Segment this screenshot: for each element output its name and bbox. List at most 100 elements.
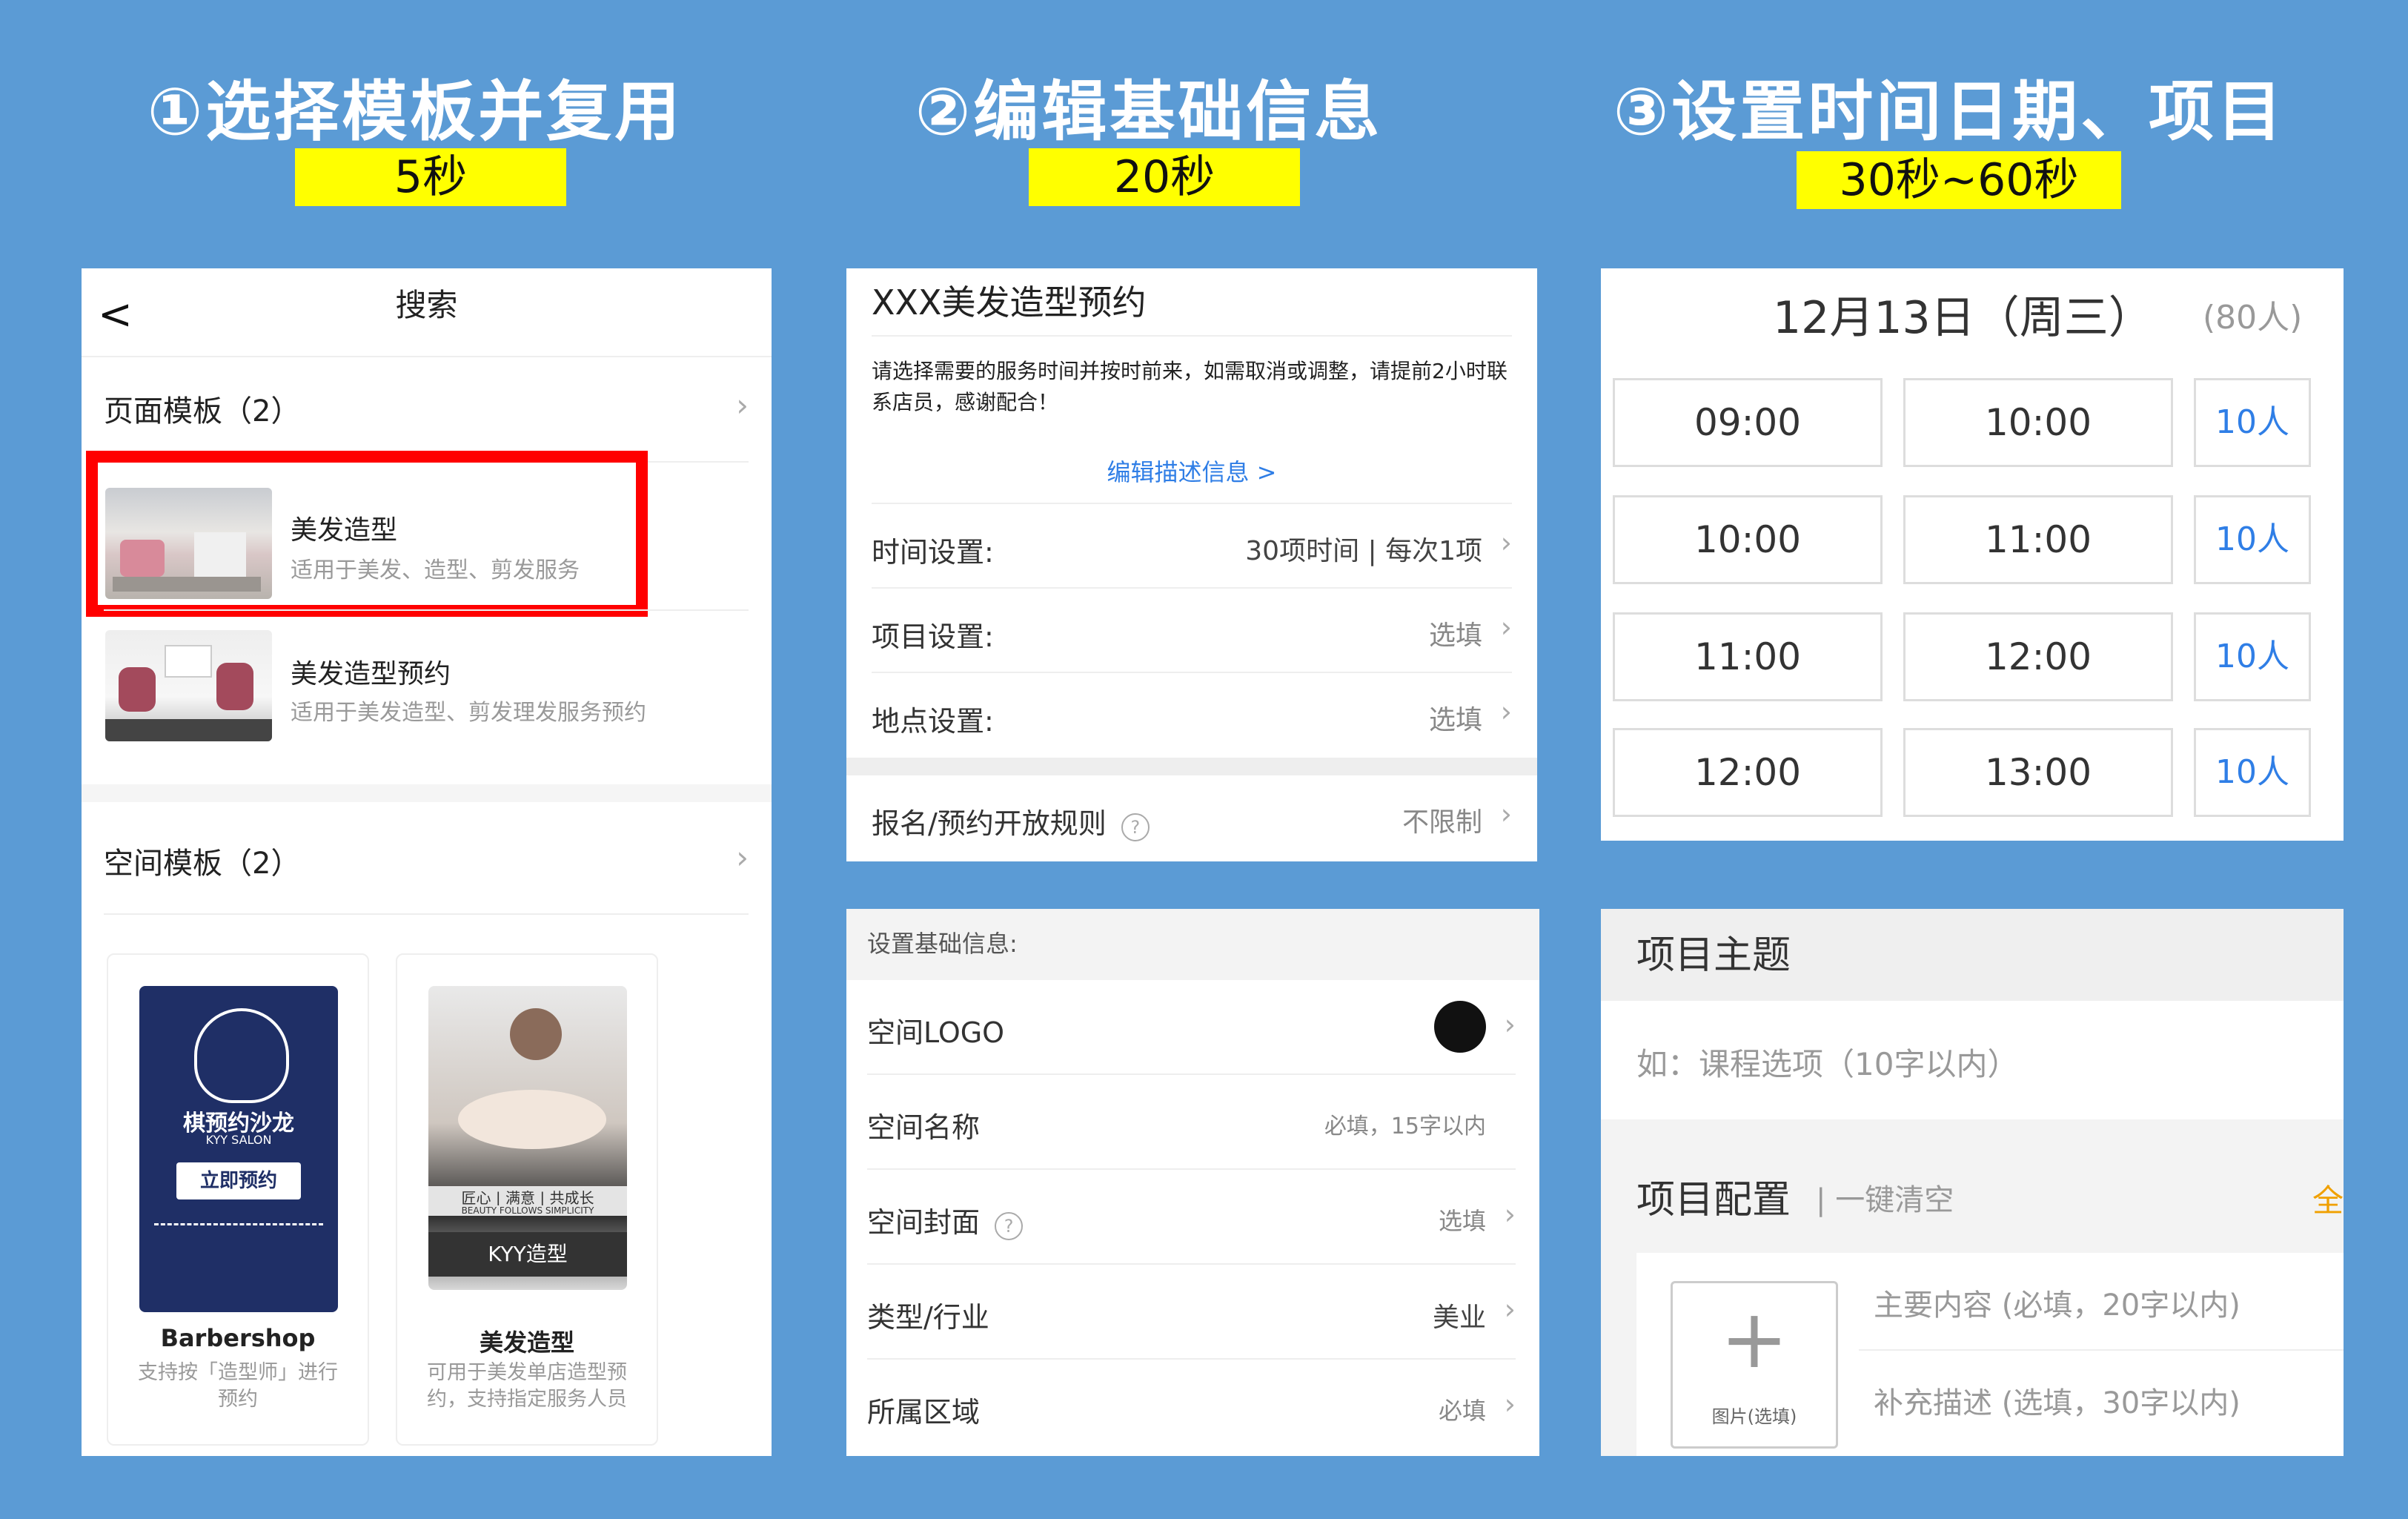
sub-description-placeholder: 补充描述 (选填，30字以内) bbox=[1874, 1386, 2240, 1420]
slot-end-time[interactable]: 12:00 bbox=[1903, 612, 2173, 701]
booking-info-panel: XXX美发造型预约 请选择需要的服务时间并按时前来，如需取消或调整，请提前2小时… bbox=[846, 268, 1537, 861]
image-upload-box[interactable]: + 图片(选填) bbox=[1671, 1281, 1838, 1449]
project-config-panel: 项目主题 如：课程选项（10字以内） 项目配置 | 一键清空 全 + 图片(选填… bbox=[1601, 909, 2344, 1456]
salon-chairs-thumbnail bbox=[105, 630, 272, 741]
sub-description-input[interactable]: 补充描述 (选填，30字以内) bbox=[1859, 1351, 2344, 1447]
poster-button: 立即预约 bbox=[176, 1162, 301, 1199]
card-name: Barbershop bbox=[160, 1324, 316, 1352]
row-label: 所属区域 bbox=[867, 1396, 981, 1429]
chevron-right-icon: › bbox=[1504, 1008, 1516, 1041]
plus-icon: + bbox=[1719, 1291, 1789, 1386]
row-value: 30项时间 | 每次1项 bbox=[1245, 536, 1482, 566]
booking-description: 请选择需要的服务时间并按时前来，如需取消或调整，请提前2小时联系店员，感谢配合！ bbox=[872, 359, 1508, 414]
theme-placeholder: 如：课程选项（10字以内） bbox=[1636, 1046, 2019, 1082]
help-icon[interactable]: ? bbox=[1121, 813, 1150, 841]
main-content-input[interactable]: 主要内容 (必填，20字以内) bbox=[1859, 1253, 2344, 1351]
chevron-right-icon: › bbox=[1504, 1198, 1516, 1231]
slot-capacity[interactable]: 10人 bbox=[2194, 612, 2311, 701]
poster-text: 匠心 | 满意 | 共成长 bbox=[428, 1186, 627, 1208]
slot-end-time[interactable]: 10:00 bbox=[1903, 378, 2173, 467]
slot-end-time[interactable]: 13:00 bbox=[1903, 728, 2173, 817]
row-value: 不限制 bbox=[1402, 807, 1482, 838]
clear-all-link[interactable]: | 一键清空 bbox=[1816, 1176, 1954, 1219]
project-theme-title: 项目主题 bbox=[1636, 933, 1791, 978]
card-desc: 支持按「造型师」进行预约 bbox=[138, 1361, 338, 1411]
project-config-title: 项目配置 bbox=[1636, 1178, 1791, 1222]
chevron-right-icon: › bbox=[1500, 611, 1512, 643]
schedule-count: (80人) bbox=[2203, 299, 2303, 337]
main-content-placeholder: 主要内容 (必填，20字以内) bbox=[1874, 1288, 2240, 1323]
slot-capacity[interactable]: 10人 bbox=[2194, 378, 2311, 467]
chevron-right-icon: › bbox=[1504, 1293, 1516, 1326]
basic-info-header-text: 设置基础信息: bbox=[867, 930, 1018, 958]
row-label: 报名/预约开放规则 ? bbox=[872, 801, 1150, 841]
step-3-title: ③设置时间日期、项目 bbox=[1613, 73, 2286, 150]
industry-row[interactable]: 类型/行业 美业 › bbox=[867, 1265, 1516, 1360]
row-value: 美业 bbox=[1432, 1303, 1486, 1333]
card-name: 美发造型 bbox=[479, 1328, 574, 1357]
chevron-right-icon: › bbox=[1500, 526, 1512, 559]
card-desc: 可用于美发单店造型预约，支持指定服务人员 bbox=[427, 1361, 627, 1411]
chevron-right-icon: › bbox=[736, 839, 749, 876]
space-templates-section[interactable]: 空间模板（2） › bbox=[104, 839, 749, 915]
cat-icon bbox=[194, 1008, 289, 1103]
space-templates-label: 空间模板（2） bbox=[104, 847, 301, 881]
template-desc: 适用于美发造型、剪发理发服务预约 bbox=[291, 700, 646, 726]
slot-start-time[interactable]: 09:00 bbox=[1613, 378, 1883, 467]
step-1-time-badge: 5秒 bbox=[295, 148, 566, 206]
slot-start-time[interactable]: 12:00 bbox=[1613, 728, 1883, 817]
chevron-right-icon: › bbox=[1500, 798, 1512, 830]
project-theme-input[interactable]: 如：课程选项（10字以内） bbox=[1601, 1001, 2344, 1119]
location-settings-row[interactable]: 地点设置: 选填 › bbox=[872, 673, 1512, 756]
project-item-card: + 图片(选填) 主要内容 (必填，20字以内) 补充描述 (选填，30字以内) bbox=[1636, 1253, 2344, 1456]
search-header: < 搜索 bbox=[82, 268, 772, 357]
slot-capacity[interactable]: 10人 bbox=[2194, 495, 2311, 584]
search-title: 搜索 bbox=[395, 287, 458, 323]
poster-text: BEAUTY FOLLOWS SIMPLICITY bbox=[428, 1205, 627, 1216]
row-label: 空间名称 bbox=[867, 1111, 981, 1144]
page-templates-label: 页面模板（2） bbox=[104, 394, 301, 428]
slot-capacity[interactable]: 10人 bbox=[2194, 728, 2311, 817]
row-value: 选填 bbox=[1428, 705, 1482, 735]
poster-text: KYY造型 bbox=[428, 1232, 627, 1277]
template-name: 美发造型预约 bbox=[291, 659, 451, 689]
row-label: 类型/行业 bbox=[867, 1301, 989, 1334]
space-template-card-hair[interactable]: 匠心 | 满意 | 共成长 BEAUTY FOLLOWS SIMPLICITY … bbox=[396, 953, 658, 1446]
chevron-right-icon: › bbox=[1500, 695, 1512, 728]
row-value: 必填 bbox=[1438, 1397, 1486, 1425]
slot-end-time[interactable]: 11:00 bbox=[1903, 495, 2173, 584]
row-value: 选填 bbox=[1438, 1207, 1486, 1235]
slot-start-time[interactable]: 10:00 bbox=[1613, 495, 1883, 584]
row-label: 项目设置: bbox=[872, 620, 994, 653]
highlight-box bbox=[86, 451, 648, 617]
space-name-row[interactable]: 空间名称 必填，15字以内 bbox=[867, 1075, 1516, 1170]
space-logo-row[interactable]: 空间LOGO › bbox=[867, 980, 1516, 1075]
space-template-card-barbershop[interactable]: 棋预约沙龙 KYY SALON 立即预约 Barbershop 支持按「造型师」… bbox=[107, 953, 369, 1446]
select-all-link[interactable]: 全 bbox=[2312, 1176, 2344, 1221]
row-value: 必填，15字以内 bbox=[1324, 1113, 1486, 1139]
template-search-panel: < 搜索 页面模板（2） › 美发造型 适用于美发、造型、剪发服务 美发造型预约… bbox=[82, 268, 772, 1456]
step-2-time-badge: 20秒 bbox=[1029, 148, 1300, 206]
template-item-hair-booking[interactable]: 美发造型预约 适用于美发造型、剪发理发服务预约 bbox=[104, 626, 749, 759]
signup-rules-row[interactable]: 报名/预约开放规则 ? 不限制 › bbox=[872, 775, 1512, 858]
row-label: 地点设置: bbox=[872, 705, 994, 738]
barbershop-poster: 棋预约沙龙 KYY SALON 立即预约 bbox=[139, 986, 338, 1312]
help-icon[interactable]: ? bbox=[995, 1212, 1024, 1240]
schedule-date: 12月13日（周三） bbox=[1773, 292, 2153, 344]
step-3-time-badge: 30秒~60秒 bbox=[1797, 151, 2121, 209]
schedule-panel: 12月13日（周三） (80人) 09:00 10:00 10人 10:00 1… bbox=[1601, 268, 2344, 841]
logo-icon bbox=[1434, 1001, 1486, 1053]
row-label: 空间LOGO bbox=[867, 1016, 1005, 1049]
row-label: 时间设置: bbox=[872, 536, 994, 569]
time-settings-row[interactable]: 时间设置: 30项时间 | 每次1项 › bbox=[872, 504, 1512, 589]
row-label: 空间封面 ? bbox=[867, 1199, 1024, 1240]
image-label: 图片(选填) bbox=[1711, 1406, 1797, 1427]
project-settings-row[interactable]: 项目设置: 选填 › bbox=[872, 589, 1512, 673]
row-value: 选填 bbox=[1428, 620, 1482, 651]
slot-start-time[interactable]: 11:00 bbox=[1613, 612, 1883, 701]
region-row[interactable]: 所属区域 必填 › bbox=[867, 1360, 1516, 1453]
booking-title: XXX美发造型预约 bbox=[872, 282, 1147, 322]
basic-info-panel: 设置基础信息: 空间LOGO › 空间名称 必填，15字以内 空间封面 ? 选填… bbox=[846, 909, 1539, 1456]
space-cover-row[interactable]: 空间封面 ? 选填 › bbox=[867, 1170, 1516, 1265]
edit-description-link[interactable]: 编辑描述信息 > bbox=[846, 454, 1537, 488]
